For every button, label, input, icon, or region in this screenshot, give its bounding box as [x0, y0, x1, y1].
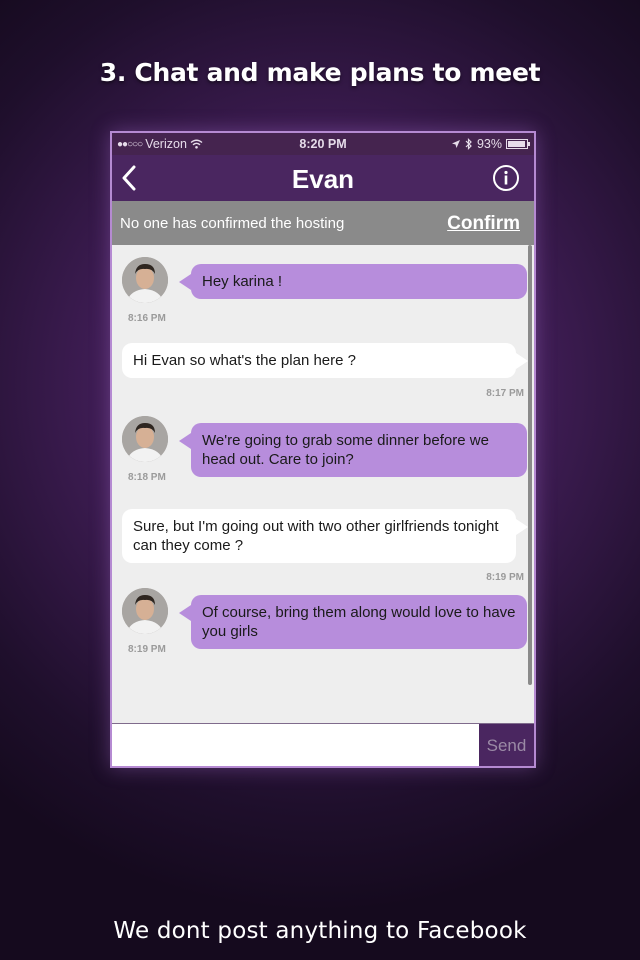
scrollbar[interactable]	[528, 245, 532, 685]
info-button[interactable]	[492, 164, 520, 192]
confirm-hosting-link[interactable]: Confirm	[447, 213, 520, 235]
message-text: We're going to grab some dinner before w…	[202, 432, 489, 468]
location-arrow-icon	[451, 140, 460, 148]
chat-title: Evan	[291, 164, 355, 194]
avatar	[122, 416, 168, 462]
message-bubble-incoming[interactable]: We're going to grab some dinner before w…	[179, 423, 527, 477]
message-time: 8:19 PM	[486, 572, 524, 583]
message-text: Hey karina !	[202, 273, 283, 290]
status-bar: ●●○○○ Verizon 8:20 PM 93%	[112, 133, 534, 155]
message-text: Of course, bring them along would love t…	[202, 604, 516, 640]
phone-screen: ●●○○○ Verizon 8:20 PM 93% Evan No one ha…	[110, 131, 536, 768]
composer-bar: Send	[112, 723, 534, 766]
message-list[interactable]: Hey karina ! 8:16 PM Hi Evan so what's t…	[112, 245, 534, 723]
avatar	[122, 257, 168, 303]
hosting-status-bar: No one has confirmed the hosting Confirm	[112, 201, 534, 245]
avatar-photo	[122, 588, 168, 634]
avatar-photo	[122, 257, 168, 303]
message-bubble-incoming[interactable]: Hey karina !	[179, 264, 527, 299]
message-input[interactable]	[112, 724, 479, 766]
message-text: Sure, but I'm going out with two other g…	[133, 518, 499, 554]
battery-icon	[506, 139, 530, 149]
message-bubble-incoming[interactable]: Of course, bring them along would love t…	[179, 595, 527, 649]
message-time: 8:18 PM	[128, 472, 166, 483]
message-time: 8:17 PM	[486, 388, 524, 399]
message-time: 8:19 PM	[128, 644, 166, 655]
hosting-status-text: No one has confirmed the hosting	[120, 215, 345, 232]
battery-percent: 93%	[476, 137, 502, 151]
headline: 3. Chat and make plans to meet	[99, 58, 541, 87]
footer-tagline: We dont post anything to Facebook	[113, 918, 527, 944]
message-bubble-outgoing[interactable]: Hi Evan so what's the plan here ?	[122, 343, 528, 378]
nav-bar: Evan	[112, 155, 534, 201]
send-button[interactable]: Send	[479, 724, 534, 766]
bluetooth-icon	[465, 138, 472, 150]
message-bubble-outgoing[interactable]: Sure, but I'm going out with two other g…	[122, 509, 528, 563]
avatar-photo	[122, 416, 168, 462]
info-icon	[493, 165, 519, 191]
avatar	[122, 588, 168, 634]
message-time: 8:16 PM	[128, 313, 166, 324]
message-text: Hi Evan so what's the plan here ?	[133, 352, 356, 369]
